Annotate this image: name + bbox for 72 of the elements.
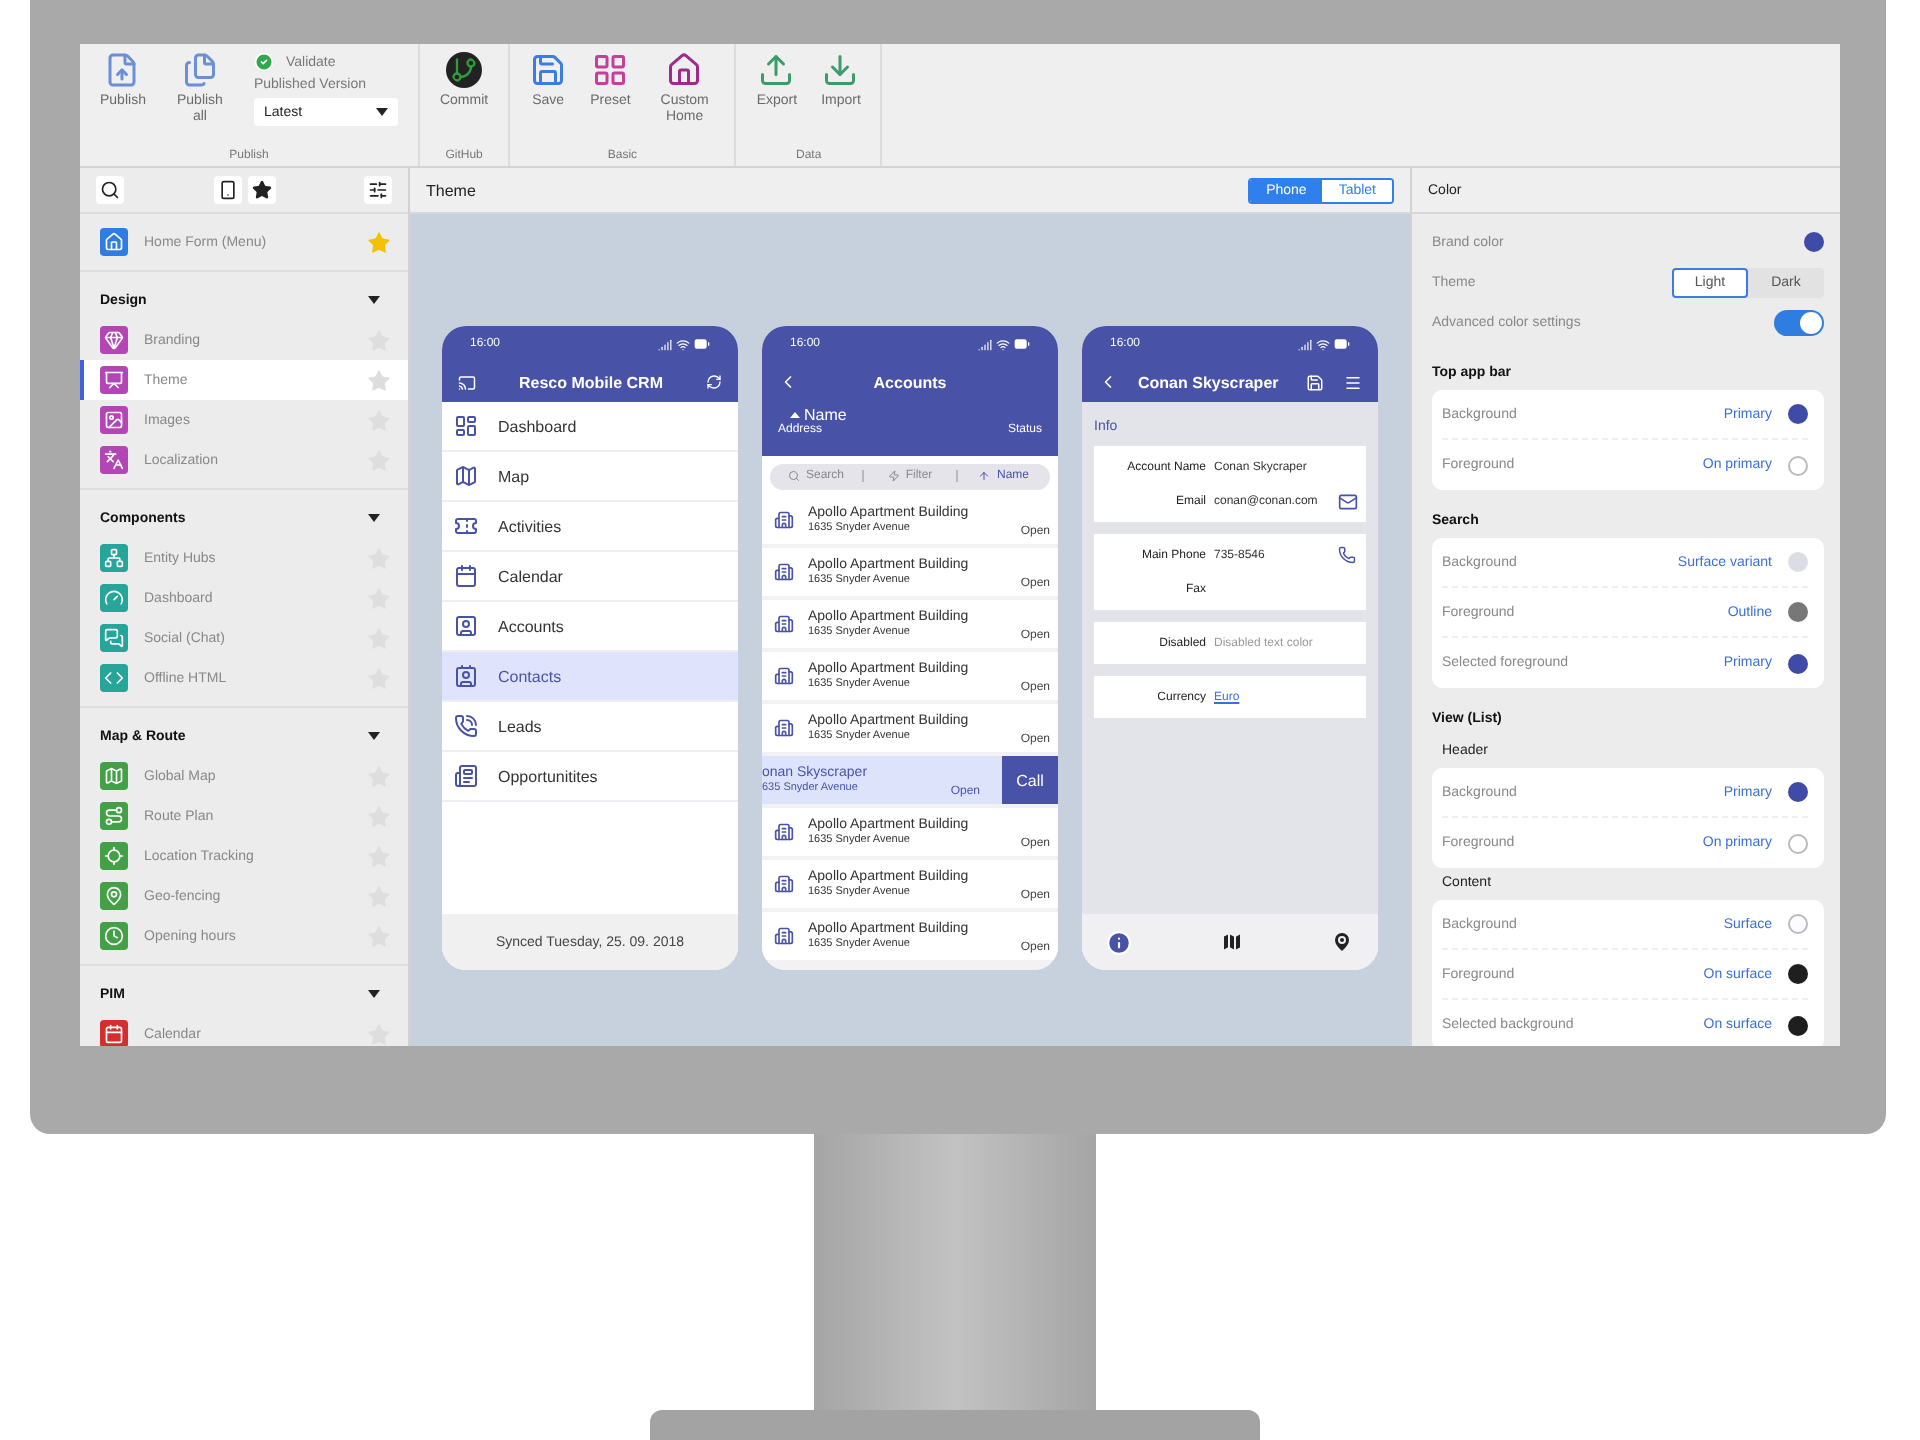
save-icon xyxy=(530,52,567,88)
contact-card-icon xyxy=(454,664,478,688)
arrow-up-icon xyxy=(978,470,991,482)
toggle-switch[interactable] xyxy=(1774,309,1824,335)
mail-icon[interactable] xyxy=(1338,491,1358,511)
app-title: Resco Mobile CRM xyxy=(516,373,665,391)
person-card-icon xyxy=(454,614,478,638)
filter-button[interactable] xyxy=(364,176,392,204)
color-swatch[interactable] xyxy=(1788,964,1808,984)
color-swatch[interactable] xyxy=(1788,833,1808,853)
expand-caret-icon xyxy=(368,990,380,998)
expand-caret-icon xyxy=(368,296,380,304)
color-swatch[interactable] xyxy=(1788,455,1808,475)
sync-icon[interactable] xyxy=(706,374,722,390)
building-icon xyxy=(774,926,794,946)
check-icon xyxy=(253,52,274,72)
star-icon[interactable] xyxy=(366,1021,392,1046)
sort-up-icon xyxy=(790,412,800,418)
building-icon xyxy=(774,718,794,738)
export-icon xyxy=(758,52,795,88)
app-title: Conan Skyscraper xyxy=(1136,373,1281,391)
favorites-button[interactable] xyxy=(247,176,275,204)
building-icon xyxy=(774,874,794,894)
ticket-icon xyxy=(454,514,478,538)
expand-caret-icon xyxy=(368,732,380,740)
search-icon xyxy=(787,470,800,482)
phone-icon[interactable] xyxy=(1338,546,1356,564)
editor-title: Theme xyxy=(426,181,476,199)
building-icon xyxy=(774,614,794,634)
phone-icon xyxy=(454,714,478,738)
color-swatch[interactable] xyxy=(1788,404,1808,424)
status-icons xyxy=(1298,336,1350,352)
import-icon xyxy=(822,52,859,88)
calendar-icon xyxy=(454,564,478,588)
git-branch-icon xyxy=(446,52,483,88)
building-icon xyxy=(774,666,794,686)
save-icon[interactable] xyxy=(1306,373,1324,391)
files-icon xyxy=(181,52,218,88)
map-pin-icon[interactable] xyxy=(1330,930,1354,954)
menu-icon[interactable] xyxy=(1344,373,1362,391)
info-icon[interactable] xyxy=(1106,929,1132,955)
color-swatch[interactable] xyxy=(1788,1015,1808,1035)
color-swatch[interactable] xyxy=(1788,782,1808,802)
sort-column-label[interactable]: Name xyxy=(804,406,847,424)
newspaper-icon xyxy=(454,764,478,788)
grid-icon xyxy=(592,52,629,88)
app-title: Accounts xyxy=(871,373,949,391)
color-swatch[interactable] xyxy=(1788,602,1808,622)
search-button[interactable] xyxy=(96,176,124,204)
status-icons xyxy=(978,336,1030,352)
building-icon xyxy=(774,822,794,842)
house-icon xyxy=(100,228,128,256)
map-icon[interactable] xyxy=(1219,930,1243,954)
expand-caret-icon xyxy=(368,514,380,522)
dashboard-icon xyxy=(454,414,478,438)
house-icon xyxy=(666,52,703,88)
star-icon[interactable] xyxy=(366,229,392,255)
cast-icon[interactable] xyxy=(458,373,476,391)
caret-icon xyxy=(375,108,388,116)
building-icon xyxy=(774,562,794,582)
map-icon xyxy=(454,464,478,488)
color-swatch[interactable] xyxy=(1788,914,1808,934)
call-action-button[interactable]: Call xyxy=(1002,756,1058,804)
star-icon[interactable] xyxy=(366,367,392,393)
lightning-icon xyxy=(887,470,900,482)
phone-filter-button[interactable] xyxy=(213,176,241,204)
status-icons xyxy=(658,336,710,352)
color-swatch[interactable] xyxy=(1804,232,1824,252)
file-upload-icon xyxy=(104,52,141,88)
building-icon xyxy=(774,510,794,530)
menu-item[interactable]: Contacts xyxy=(442,652,738,702)
color-swatch[interactable] xyxy=(1788,653,1808,673)
